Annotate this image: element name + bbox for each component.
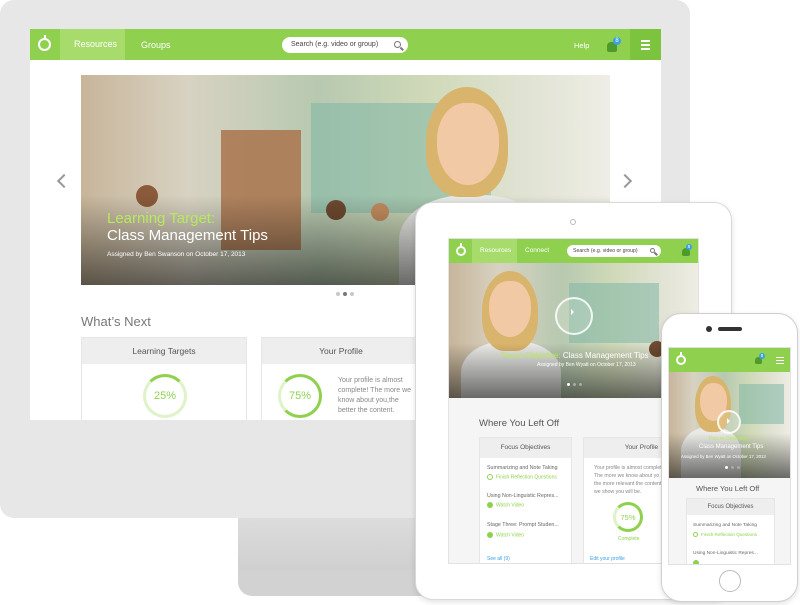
section-title: Where You Left Off [696,484,760,493]
carousel-dots[interactable] [336,292,354,296]
hero-assigned-text: Assigned by Ben Wyatt on October 17, 201… [537,362,636,368]
play-video-icon[interactable] [555,297,593,335]
phone-home-button[interactable] [719,570,741,592]
learning-targets-progress: 25% [143,374,187,418]
hamburger-icon[interactable] [776,357,784,358]
progress-circle-icon [487,474,493,480]
hero-title: Class Management Tips [699,444,764,450]
hero-assigned-text: Assigned by Ben Wyatt on October 17, 201… [681,454,766,459]
menu-button[interactable] [630,29,661,60]
learning-targets-title: Learning Targets [82,338,246,364]
hero-title: Focus Objective: Class Management Tips [501,351,649,360]
section-title: Where You Left Off [479,418,560,429]
focus-item-label: Summarizing and Note Taking [487,465,558,471]
profile-status: Complete [618,536,640,542]
logo-icon[interactable] [456,243,466,256]
learning-targets-card[interactable]: Learning Targets 25% [81,337,247,420]
profile-progress: 75% [278,374,322,418]
hero-title-text: Class Management Tips [107,227,268,244]
play-icon [693,560,699,564]
play-video-icon[interactable] [717,410,741,434]
progress-circle-icon [693,532,698,538]
phone-navbar: 8 [669,348,790,372]
hero-title-label: Focus Objective: [709,436,750,442]
focus-item-action[interactable]: Watch Video [487,532,524,538]
focus-item-label: Stage Three: Prompt Studen... [487,522,559,528]
focus-item-action[interactable]: Watch Video [487,502,524,508]
play-icon [487,532,493,538]
tab-connect[interactable]: Connect [525,247,549,254]
hero-title-label: Learning Target: [107,210,216,227]
focus-item-label: Using Non-Linguistic Repres... [487,493,559,499]
search-icon[interactable] [394,41,401,48]
profile-card[interactable]: Your Profile 75% Your profile is almost … [261,337,421,420]
carousel-dots[interactable] [567,383,582,386]
hero-banner[interactable]: Focus Objective: Class Management Tips A… [669,372,790,478]
hamburger-icon [641,40,650,42]
tab-resources-label: Resources [74,39,118,49]
phone-camera [706,326,712,332]
focus-item-action[interactable]: Finish Reflection Questions [487,474,557,480]
desktop-navbar: Resources Groups Search (e.g. video or g… [30,29,661,60]
focus-item-label: Summarizing and Note Taking [693,523,757,528]
tab-resources[interactable]: Resources [472,239,517,263]
phone-speaker [718,327,742,331]
logo-icon[interactable] [38,35,51,51]
tablet-camera [570,219,576,225]
phone-screen: 8 Focus Objective: Class Management Tips… [668,347,791,565]
edit-profile-link[interactable]: Edit your profile [590,556,625,562]
focus-objectives-title: Focus Objectives [687,499,774,515]
search-input[interactable]: Search (e.g. video or group) [567,245,661,257]
notification-badge: 8 [613,37,621,45]
search-icon[interactable] [650,248,655,253]
carousel-prev-arrow[interactable] [56,173,72,189]
see-all-link[interactable]: See all (9) [487,556,510,562]
search-placeholder: Search (e.g. video or group) [291,41,379,48]
profile-card-title: Your Profile [262,338,420,364]
hero-title: Learning Target: Class Management Tips [107,210,268,244]
tab-groups[interactable]: Groups [141,40,171,50]
notification-badge: 8 [686,244,692,250]
focus-item-label: Using Non-Linguistic Repres... [693,551,758,556]
profile-description: Your profile is almost complet The more … [594,465,662,495]
focus-objectives-title: Focus Objectives [480,438,571,458]
profile-description: Your profile is almost complete! The mor… [338,377,412,414]
focus-objectives-card[interactable]: Focus Objectives Summarizing and Note Ta… [686,498,775,564]
carousel-dots[interactable] [725,466,740,469]
profile-progress: 75% [613,502,643,532]
section-title: What’s Next [81,314,151,329]
play-icon [487,502,493,508]
help-link[interactable]: Help [574,41,589,50]
carousel-next-arrow[interactable] [617,173,633,189]
focus-item-action[interactable]: Finish Reflection Questions [693,532,757,538]
search-input[interactable]: Search (e.g. video or group) [282,37,408,53]
focus-objectives-card[interactable]: Focus Objectives Summarizing and Note Ta… [479,437,572,563]
hero-assigned-text: Assigned by Ben Swanson on October 17, 2… [107,251,246,258]
logo-icon[interactable] [676,352,686,365]
notification-badge: 8 [759,353,765,359]
tab-resources[interactable]: Resources [60,29,125,60]
tablet-navbar: Resources Connect Search (e.g. video or … [449,239,698,263]
